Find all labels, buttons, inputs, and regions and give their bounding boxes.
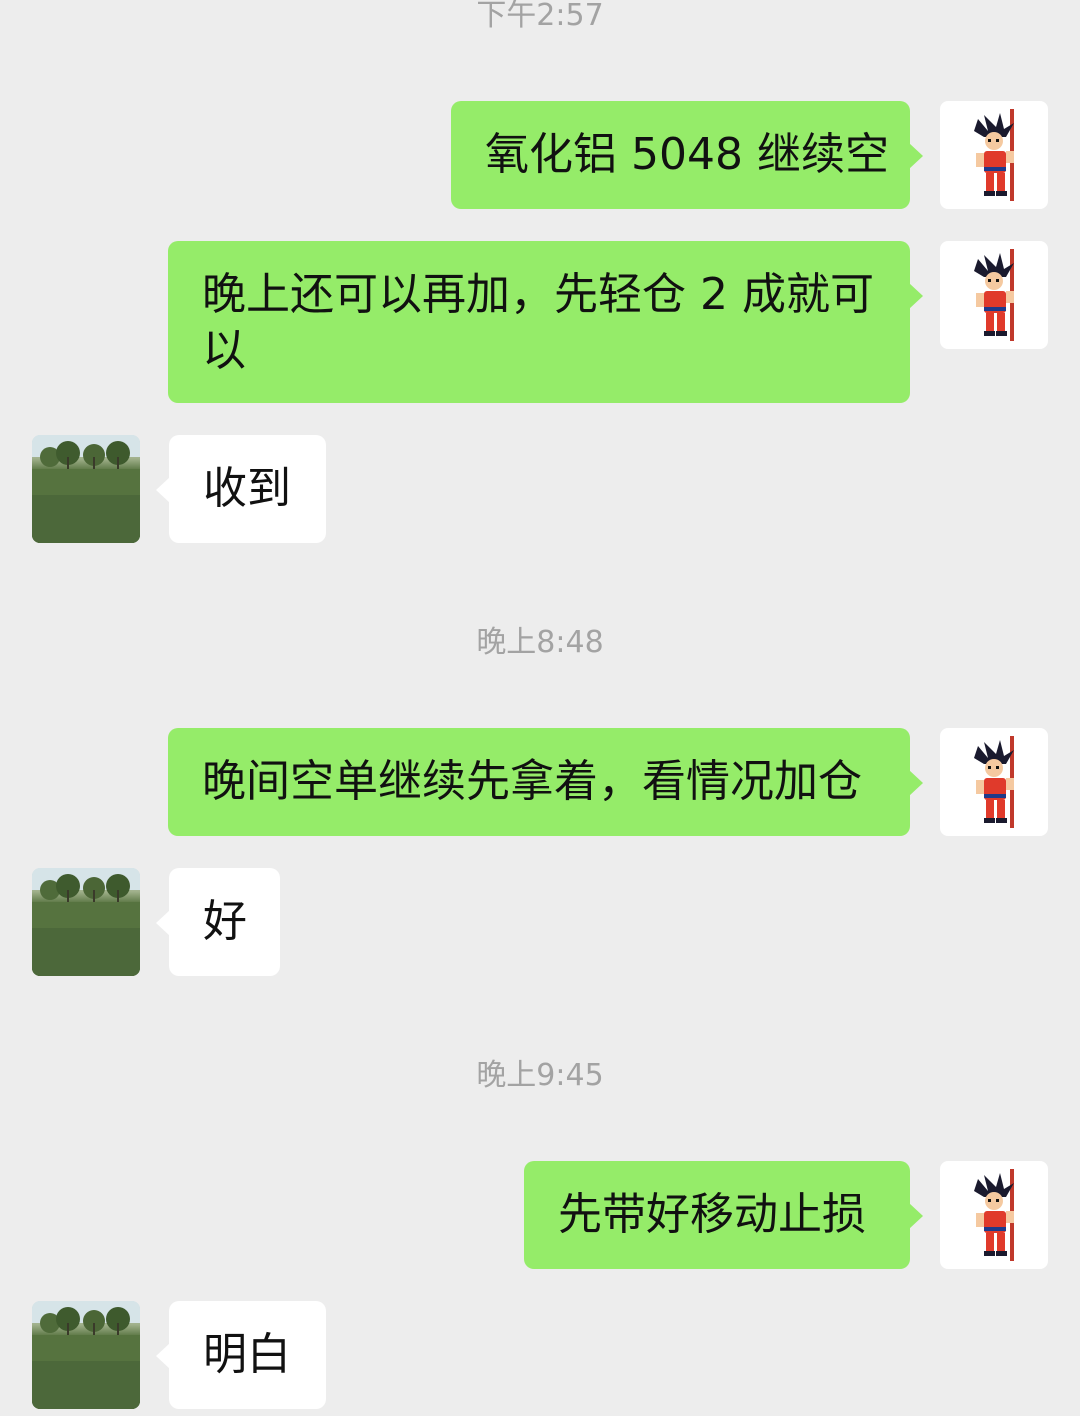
- contact-message-bubble[interactable]: 明白: [156, 1301, 326, 1409]
- contact-message-bubble[interactable]: 收到: [156, 435, 326, 543]
- timestamp: 晚上8:48: [476, 625, 604, 660]
- my-avatar-icon[interactable]: [940, 101, 1048, 209]
- my-message-bubble[interactable]: 晚间空单继续先拿着，看情况加仓: [168, 728, 923, 836]
- my-avatar-icon[interactable]: [940, 241, 1048, 349]
- timestamp: 下午2:57: [476, 0, 604, 33]
- my-avatar-icon[interactable]: [940, 1161, 1048, 1269]
- contact-message-bubble[interactable]: 好: [156, 868, 280, 976]
- timestamp: 晚上9:45: [476, 1058, 604, 1093]
- contact-avatar-icon[interactable]: [32, 1301, 140, 1409]
- my-avatar-icon[interactable]: [940, 728, 1048, 836]
- contact-avatar-icon[interactable]: [32, 435, 140, 543]
- my-message-bubble[interactable]: 氧化铝 5048 继续空: [451, 101, 923, 209]
- my-message-bubble[interactable]: 晚上还可以再加，先轻仓 2 成就可 以: [168, 241, 923, 403]
- contact-avatar-icon[interactable]: [32, 868, 140, 976]
- my-message-bubble[interactable]: 先带好移动止损: [524, 1161, 923, 1269]
